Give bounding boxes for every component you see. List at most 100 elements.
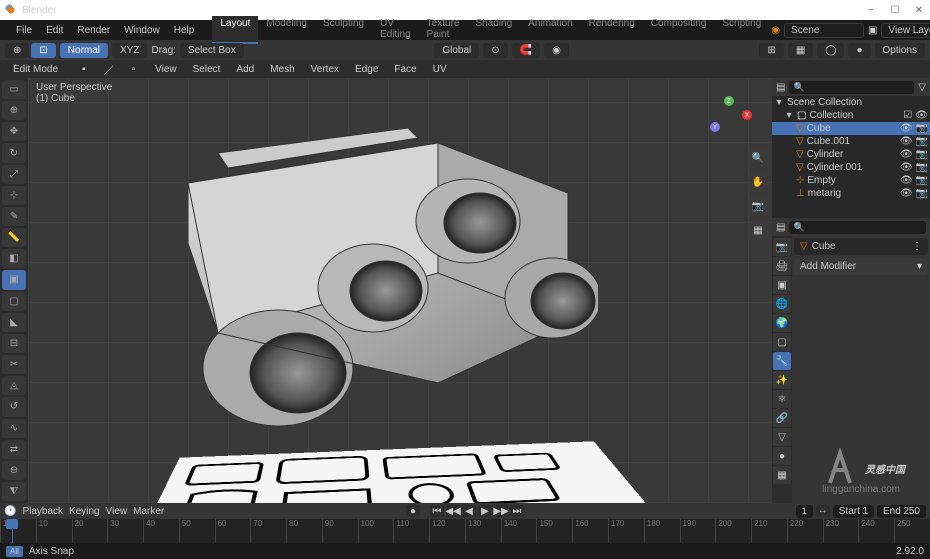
tab-layout[interactable]: Layout: [212, 16, 258, 44]
outliner-item-cube[interactable]: ▽Cube 👁📷: [772, 122, 930, 135]
overlays-icon[interactable]: ⊞: [759, 43, 783, 58]
tool-select-box[interactable]: ▭: [2, 80, 26, 99]
tool-rotate[interactable]: ↻: [2, 143, 26, 162]
menu-edit[interactable]: Edit: [40, 23, 69, 38]
transform-space[interactable]: ⊡: [31, 43, 55, 58]
end-frame[interactable]: End 250: [877, 505, 926, 518]
tab-scripting[interactable]: Scripting: [714, 16, 769, 44]
cursor-tool-icon[interactable]: ⊕: [5, 43, 29, 58]
tool-polybuild[interactable]: ◬: [2, 376, 26, 395]
header-add[interactable]: Add: [232, 63, 258, 76]
ptab-modifier[interactable]: 🔧: [773, 352, 791, 370]
ptab-material[interactable]: ●: [773, 447, 791, 465]
outliner-item-cube001[interactable]: ▽Cube.001 👁📷: [772, 135, 930, 148]
tool-extrude[interactable]: ▣: [2, 270, 26, 289]
viewlayer-selector[interactable]: View Layer: [881, 23, 930, 38]
tool-shrink[interactable]: ⊖: [2, 461, 26, 480]
tool-spin[interactable]: ↺: [2, 397, 26, 416]
menu-help[interactable]: Help: [168, 23, 201, 38]
tl-view[interactable]: View: [106, 506, 128, 517]
ptab-texture[interactable]: ▦: [773, 466, 791, 484]
menu-file[interactable]: File: [10, 23, 38, 38]
mode-selector[interactable]: Edit Mode: [5, 62, 66, 77]
orientation-normal[interactable]: Normal: [60, 43, 108, 58]
minimize-button[interactable]: −: [865, 5, 877, 16]
header-edge[interactable]: Edge: [351, 63, 382, 76]
ptab-particles[interactable]: ✨: [773, 371, 791, 389]
properties-search[interactable]: 🔍: [789, 221, 926, 234]
ptab-mesh[interactable]: ▽: [773, 428, 791, 446]
nav-zoom-icon[interactable]: 🔍: [748, 148, 768, 168]
maximize-button[interactable]: ☐: [889, 5, 901, 16]
add-modifier-button[interactable]: Add Modifier▾: [794, 258, 928, 275]
vertex-select-icon[interactable]: ▪: [74, 62, 94, 77]
jump-next-icon[interactable]: ▶▶: [494, 505, 508, 517]
outliner-item-metarig[interactable]: ⊥metarig 👁📷: [772, 187, 930, 200]
3d-viewport[interactable]: User Perspective (1) Cube X Z Y 🔍 ✋ 📷 ▦: [28, 78, 772, 503]
tab-uv[interactable]: UV Editing: [372, 16, 419, 44]
menu-render[interactable]: Render: [71, 23, 116, 38]
options-dropdown[interactable]: Options: [875, 43, 925, 58]
tl-marker[interactable]: Marker: [133, 506, 164, 517]
tool-annotate[interactable]: ✎: [2, 207, 26, 226]
gizmo-y[interactable]: Y: [710, 122, 720, 132]
shading-wire-icon[interactable]: ◯: [817, 43, 844, 58]
menu-window[interactable]: Window: [118, 23, 166, 38]
ptab-constraints[interactable]: 🔗: [773, 409, 791, 427]
select-mode[interactable]: Select Box: [180, 43, 244, 58]
outliner-collection[interactable]: ▾▢Collection ☑👁: [772, 109, 930, 122]
nav-camera-icon[interactable]: 📷: [748, 196, 768, 216]
tab-sculpting[interactable]: Sculpting: [315, 16, 372, 44]
tool-smooth[interactable]: ∿: [2, 419, 26, 438]
scene-selector[interactable]: Scene: [784, 23, 864, 38]
tool-scale[interactable]: ⤢: [2, 165, 26, 184]
ptab-physics[interactable]: ⚛: [773, 390, 791, 408]
ptab-output[interactable]: 🖨: [773, 257, 791, 275]
tab-animation[interactable]: Animation: [520, 16, 580, 44]
play-icon[interactable]: ▶: [478, 505, 492, 517]
tab-modeling[interactable]: Modeling: [258, 16, 315, 44]
transform-orientation[interactable]: Global: [434, 43, 479, 58]
play-reverse-icon[interactable]: ◀: [462, 505, 476, 517]
tool-transform[interactable]: ⊹: [2, 186, 26, 205]
ptab-object[interactable]: ▢: [773, 333, 791, 351]
tab-shading[interactable]: Shading: [467, 16, 520, 44]
outliner-item-cylinder[interactable]: ▽Cylinder 👁📷: [772, 148, 930, 161]
current-frame[interactable]: 1: [796, 505, 813, 518]
tool-measure[interactable]: 📏: [2, 228, 26, 247]
jump-start-icon[interactable]: ⏮: [430, 505, 444, 517]
header-uv[interactable]: UV: [429, 63, 451, 76]
tool-edge-slide[interactable]: ⇄: [2, 440, 26, 459]
orientation-xyz[interactable]: XYZ: [112, 43, 147, 58]
tool-rip[interactable]: ⧨: [2, 482, 26, 501]
face-select-icon[interactable]: ▫: [124, 62, 144, 77]
ptab-world[interactable]: 🌍: [773, 314, 791, 332]
ptab-render[interactable]: 📷: [773, 238, 791, 256]
xray-icon[interactable]: ▦: [788, 43, 813, 58]
tool-add-cube[interactable]: ◧: [2, 249, 26, 268]
properties-type-icon[interactable]: ▤: [776, 222, 785, 233]
nav-persp-icon[interactable]: ▦: [748, 220, 768, 240]
header-view[interactable]: View: [151, 63, 181, 76]
tl-playback[interactable]: Playback: [22, 506, 63, 517]
edge-select-icon[interactable]: ／: [96, 60, 122, 79]
tab-rendering[interactable]: Rendering: [581, 16, 643, 44]
outliner-item-empty[interactable]: ⊹Empty 👁📷: [772, 174, 930, 187]
tool-move[interactable]: ✥: [2, 122, 26, 141]
autokey-icon[interactable]: ●: [406, 505, 420, 517]
close-button[interactable]: ✕: [913, 5, 925, 16]
outliner-item-cylinder001[interactable]: ▽Cylinder.001 👁📷: [772, 161, 930, 174]
outliner-type-icon[interactable]: ▤: [776, 82, 785, 93]
gizmo-z[interactable]: Z: [724, 96, 734, 106]
tool-inset[interactable]: ▢: [2, 292, 26, 311]
tool-bevel[interactable]: ◣: [2, 313, 26, 332]
tool-knife[interactable]: ✂: [2, 355, 26, 374]
tab-texture[interactable]: Texture Paint: [419, 16, 468, 44]
tool-loopcut[interactable]: ⊟: [2, 334, 26, 353]
outliner-scene-collection[interactable]: ▾Scene Collection: [772, 96, 930, 109]
pivot-icon[interactable]: ⊙: [483, 43, 507, 58]
tab-compositing[interactable]: Compositing: [643, 16, 715, 44]
gizmo-x[interactable]: X: [742, 110, 752, 120]
ptab-viewlayer[interactable]: ▣: [773, 276, 791, 294]
tl-keying[interactable]: Keying: [69, 506, 100, 517]
